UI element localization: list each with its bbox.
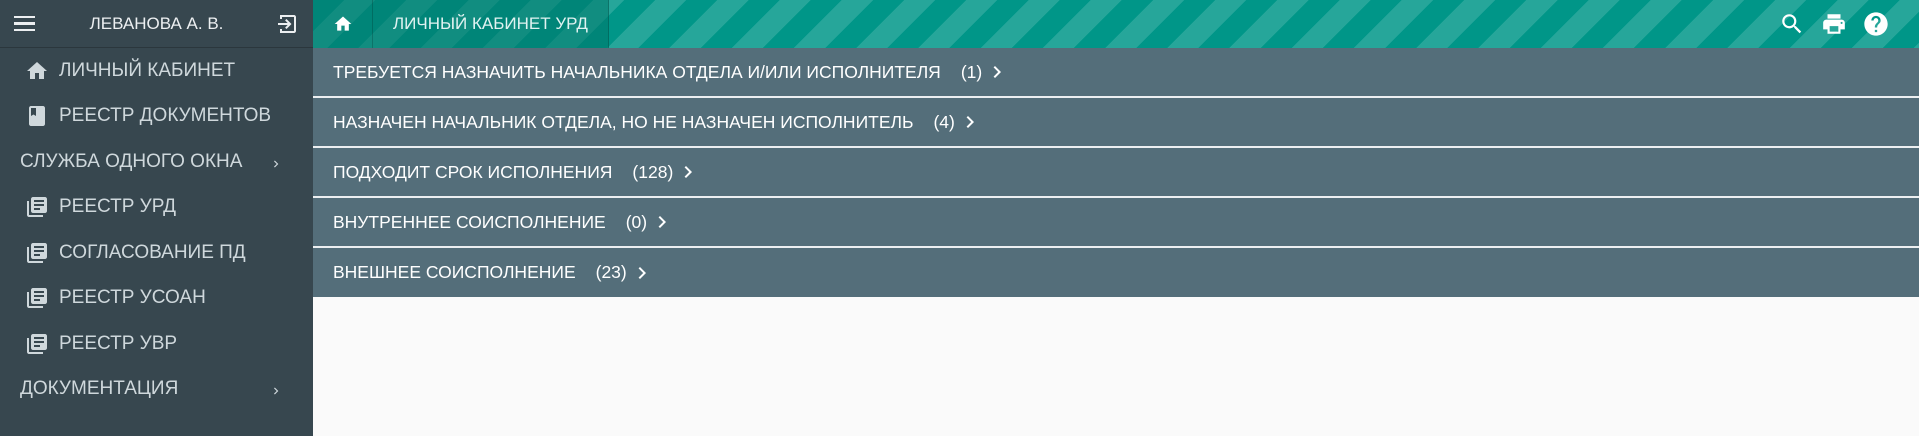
sidebar-group-one-window[interactable]: СЛУЖБА ОДНОГО ОКНА xyxy=(0,139,313,185)
menu-icon[interactable] xyxy=(14,12,38,36)
chevron-right-icon xyxy=(655,214,669,230)
search-icon xyxy=(1782,14,1802,34)
list-item-label: НАЗНАЧЕН НАЧАЛЬНИК ОТДЕЛА, НО НЕ НАЗНАЧЕ… xyxy=(333,111,914,132)
sidebar-item-label: ДОКУМЕНТАЦИЯ xyxy=(20,378,179,400)
sidebar-group-documentation[interactable]: ДОКУМЕНТАЦИЯ xyxy=(0,367,313,413)
list-item-count: (4) xyxy=(933,111,955,132)
list-item[interactable]: НАЗНАЧЕН НАЧАЛЬНИК ОТДЕЛА, НО НЕ НАЗНАЧЕ… xyxy=(313,98,1919,148)
list-item-label: ВНЕШНЕЕ СОИСПОЛНЕНИЕ xyxy=(333,262,576,282)
print-icon xyxy=(1823,14,1845,34)
list-item-count: (0) xyxy=(625,211,648,232)
list-item-label: ПОДХОДИТ СРОК ИСПОЛНЕНИЯ xyxy=(333,161,613,182)
list-item-label: ВНУТРЕННЕЕ СОИСПОЛНЕНИЕ xyxy=(333,211,606,232)
sidebar: ЛЕВАНОВА А. В. ЛИЧНЫЙ КАБИНЕТ РЕЕСТР ДОК… xyxy=(0,0,313,436)
sidebar-item-uvr-registry[interactable]: РЕЕСТР УВР xyxy=(0,321,313,367)
list-item[interactable]: ВНЕШНЕЕ СОИСПОЛНЕНИЕ (23) xyxy=(313,248,1919,297)
help-icon xyxy=(1864,12,1888,36)
sidebar-item-pd-approval[interactable]: СОГЛАСОВАНИЕ ПД xyxy=(0,230,313,276)
sidebar-item-usoan-registry[interactable]: РЕЕСТР УСОАН xyxy=(0,276,313,322)
sidebar-item-label: РЕЕСТР УВР xyxy=(59,332,178,354)
home-button[interactable] xyxy=(313,0,373,48)
help-button[interactable] xyxy=(1855,0,1897,48)
home-icon xyxy=(334,16,351,31)
list-item[interactable]: ТРЕБУЕТСЯ НАЗНАЧИТЬ НАЧАЛЬНИКА ОТДЕЛА И/… xyxy=(313,48,1919,98)
list-item-count: (1) xyxy=(960,61,983,82)
sidebar-header: ЛЕВАНОВА А. В. xyxy=(0,0,313,48)
chevron-right-icon xyxy=(635,265,649,281)
chevron-right-icon xyxy=(681,164,695,180)
sidebar-item-urd-registry[interactable]: РЕЕСТР УРД xyxy=(0,185,313,231)
list-item[interactable]: ВНУТРЕННЕЕ СОИСПОЛНЕНИЕ (0) xyxy=(313,198,1919,248)
top-bar: ЛИЧНЫЙ КАБИНЕТ УРД xyxy=(313,0,1919,48)
list-item-count: (128) xyxy=(632,161,674,182)
chevron-right-icon xyxy=(269,155,283,169)
library-books-icon xyxy=(25,195,49,219)
book-icon xyxy=(25,104,49,128)
search-button[interactable] xyxy=(1771,0,1813,48)
task-list: ТРЕБУЕТСЯ НАЗНАЧИТЬ НАЧАЛЬНИКА ОТДЕЛА И/… xyxy=(313,48,1919,297)
print-button[interactable] xyxy=(1813,0,1855,48)
library-books-icon xyxy=(25,332,49,356)
home-icon xyxy=(25,59,49,83)
sidebar-item-label: РЕЕСТР ДОКУМЕНТОВ xyxy=(59,105,272,127)
sidebar-item-label: СЛУЖБА ОДНОГО ОКНА xyxy=(20,150,243,172)
logout-icon[interactable] xyxy=(275,12,299,36)
user-name: ЛЕВАНОВА А. В. xyxy=(89,13,224,33)
library-books-icon xyxy=(25,286,49,310)
sidebar-item-label: ЛИЧНЫЙ КАБИНЕТ xyxy=(59,59,236,81)
page-title: ЛИЧНЫЙ КАБИНЕТ УРД xyxy=(373,0,609,48)
sidebar-item-label: РЕЕСТР УСОАН xyxy=(59,287,206,309)
sidebar-item-documents-registry[interactable]: РЕЕСТР ДОКУМЕНТОВ xyxy=(0,94,313,140)
sidebar-item-label: СОГЛАСОВАНИЕ ПД xyxy=(59,241,246,263)
chevron-right-icon xyxy=(963,114,977,130)
list-item-count: (23) xyxy=(595,262,627,282)
chevron-right-icon xyxy=(990,64,1004,80)
sidebar-item-personal-cabinet[interactable]: ЛИЧНЫЙ КАБИНЕТ xyxy=(0,48,313,94)
list-item-label: ТРЕБУЕТСЯ НАЗНАЧИТЬ НАЧАЛЬНИКА ОТДЕЛА И/… xyxy=(333,61,941,82)
chevron-right-icon xyxy=(269,382,283,396)
library-books-icon xyxy=(25,241,49,265)
list-item[interactable]: ПОДХОДИТ СРОК ИСПОЛНЕНИЯ (128) xyxy=(313,148,1919,198)
sidebar-item-label: РЕЕСТР УРД xyxy=(59,196,177,218)
